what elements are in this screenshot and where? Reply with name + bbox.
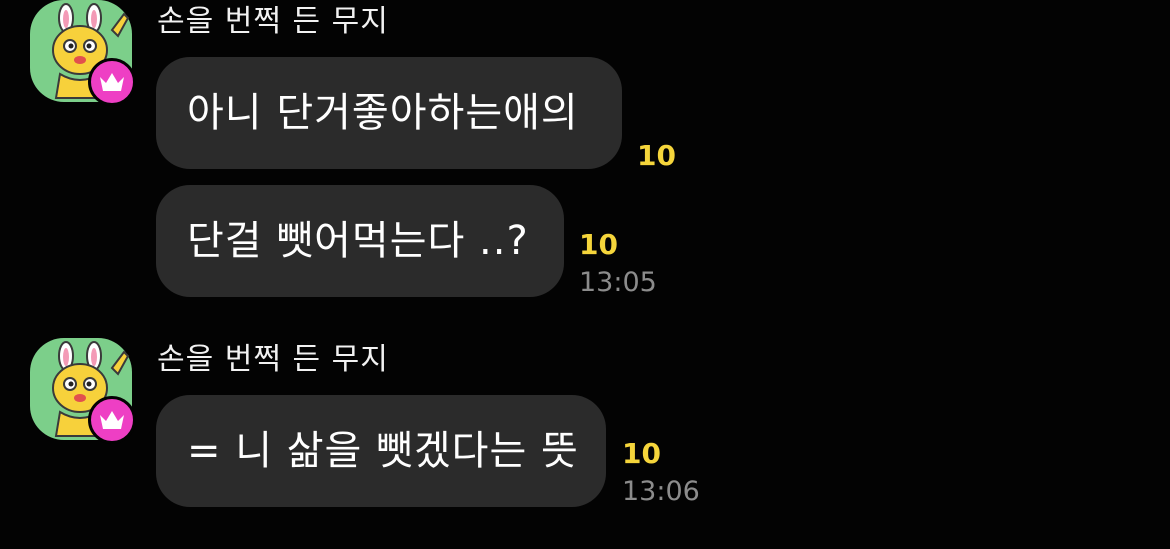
message-time: 13:05 <box>579 267 657 298</box>
message-bubble[interactable]: = 니 삶을 뺏겠다는 뜻 <box>156 395 606 507</box>
message-time: 13:06 <box>622 476 700 507</box>
crown-badge <box>88 396 136 444</box>
message-text: = 니 삶을 뺏겠다는 뜻 <box>187 428 579 474</box>
avatar[interactable] <box>30 0 136 106</box>
unread-count: 10 <box>579 228 618 261</box>
crown-icon <box>100 411 124 429</box>
message-bubble[interactable]: 아니 단거좋아하는애의 <box>156 57 622 169</box>
sender-name: 손을 번쩍 든 무지 <box>157 4 389 39</box>
message-text: 단걸 뺏어먹는다 ..? <box>187 218 529 264</box>
message-text: 아니 단거좋아하는애의 <box>187 90 579 136</box>
unread-count: 10 <box>637 139 676 172</box>
sender-name: 손을 번쩍 든 무지 <box>157 342 389 377</box>
unread-count: 10 <box>622 437 661 470</box>
crown-badge <box>88 58 136 106</box>
crown-icon <box>100 73 124 91</box>
avatar[interactable] <box>30 338 136 444</box>
message-bubble[interactable]: 단걸 뺏어먹는다 ..? <box>156 185 564 297</box>
